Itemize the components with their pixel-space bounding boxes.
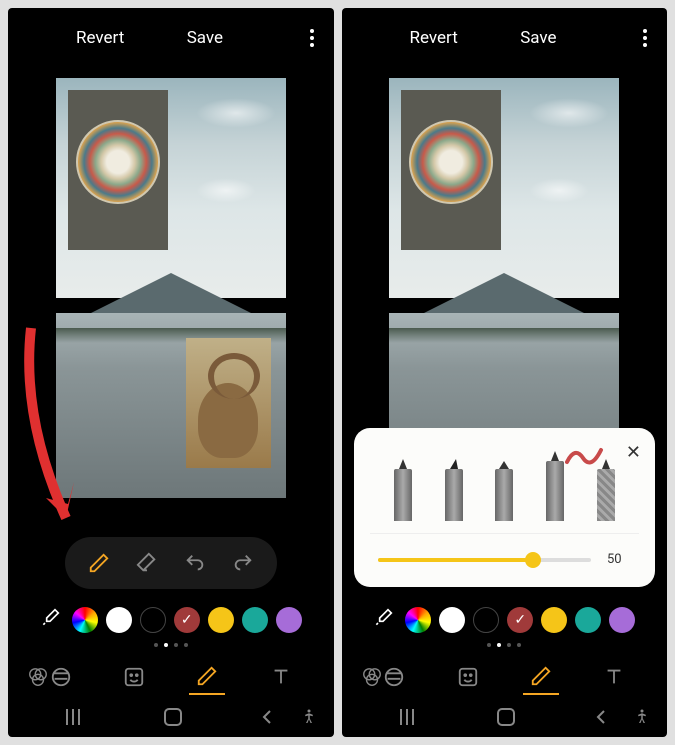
eraser-tool-button[interactable] <box>133 549 161 577</box>
color-palette <box>8 607 334 633</box>
eyedropper-icon[interactable] <box>40 608 60 632</box>
tab-stickers[interactable] <box>116 659 152 695</box>
nav-home[interactable] <box>163 707 183 727</box>
nav-recents[interactable] <box>400 709 420 725</box>
pen-fountain[interactable] <box>442 459 466 521</box>
header: Revert Save <box>342 8 668 68</box>
undo-button[interactable] <box>181 549 209 577</box>
revert-button[interactable]: Revert <box>76 28 124 48</box>
stroke-preview <box>565 444 605 472</box>
tab-text[interactable] <box>263 659 299 695</box>
color-yellow[interactable] <box>208 607 234 633</box>
size-value: 50 <box>607 552 631 567</box>
tab-text[interactable] <box>596 659 632 695</box>
color-red[interactable] <box>174 607 200 633</box>
color-picker-rainbow[interactable] <box>405 607 431 633</box>
page-indicator <box>154 643 188 647</box>
color-palette <box>342 607 668 633</box>
photo-canvas[interactable] <box>342 68 668 737</box>
editor-tabs <box>8 659 334 695</box>
rgb-circles-icon[interactable] <box>20 659 56 695</box>
pen-tool-button[interactable] <box>85 549 113 577</box>
color-teal[interactable] <box>242 607 268 633</box>
slider-thumb[interactable] <box>525 552 541 568</box>
redo-button[interactable] <box>229 549 257 577</box>
color-picker-rainbow[interactable] <box>72 607 98 633</box>
pen-picker-popup: ✕ 50 <box>354 428 656 587</box>
color-red[interactable] <box>507 607 533 633</box>
color-purple[interactable] <box>609 607 635 633</box>
sticker-basket[interactable] <box>186 338 271 468</box>
drawing-toolbar <box>65 537 277 589</box>
close-icon[interactable]: ✕ <box>626 442 641 463</box>
sticker-plate[interactable] <box>401 90 501 250</box>
eyedropper-icon[interactable] <box>373 608 393 632</box>
nav-back[interactable] <box>593 709 609 725</box>
nav-accessibility[interactable] <box>633 708 651 726</box>
sticker-plate[interactable] <box>68 90 168 250</box>
tab-draw[interactable] <box>523 659 559 695</box>
rgb-circles-icon[interactable] <box>354 659 390 695</box>
color-yellow[interactable] <box>541 607 567 633</box>
nav-accessibility[interactable] <box>300 708 318 726</box>
pen-brush[interactable] <box>543 451 567 521</box>
color-purple[interactable] <box>276 607 302 633</box>
tab-draw[interactable] <box>189 659 225 695</box>
annotation-arrow <box>16 318 96 542</box>
save-button[interactable]: Save <box>520 28 556 48</box>
page-indicator <box>487 643 521 647</box>
phone-screen-right: Revert Save ✕ 50 <box>342 8 668 737</box>
system-navbar <box>8 697 334 737</box>
phone-screen-left: Revert Save <box>8 8 334 737</box>
nav-recents[interactable] <box>66 709 86 725</box>
more-icon[interactable] <box>643 29 647 47</box>
color-white[interactable] <box>106 607 132 633</box>
pen-marker[interactable] <box>492 461 516 521</box>
nav-back[interactable] <box>259 709 275 725</box>
color-white[interactable] <box>439 607 465 633</box>
nav-home[interactable] <box>496 707 516 727</box>
color-black[interactable] <box>473 607 499 633</box>
size-slider[interactable] <box>378 558 592 562</box>
revert-button[interactable]: Revert <box>410 28 458 48</box>
tab-stickers[interactable] <box>450 659 486 695</box>
save-button[interactable]: Save <box>187 28 223 48</box>
editor-tabs <box>342 659 668 695</box>
header: Revert Save <box>8 8 334 68</box>
more-icon[interactable] <box>310 29 314 47</box>
system-navbar <box>342 697 668 737</box>
color-teal[interactable] <box>575 607 601 633</box>
pen-pencil[interactable] <box>391 459 415 521</box>
color-black[interactable] <box>140 607 166 633</box>
